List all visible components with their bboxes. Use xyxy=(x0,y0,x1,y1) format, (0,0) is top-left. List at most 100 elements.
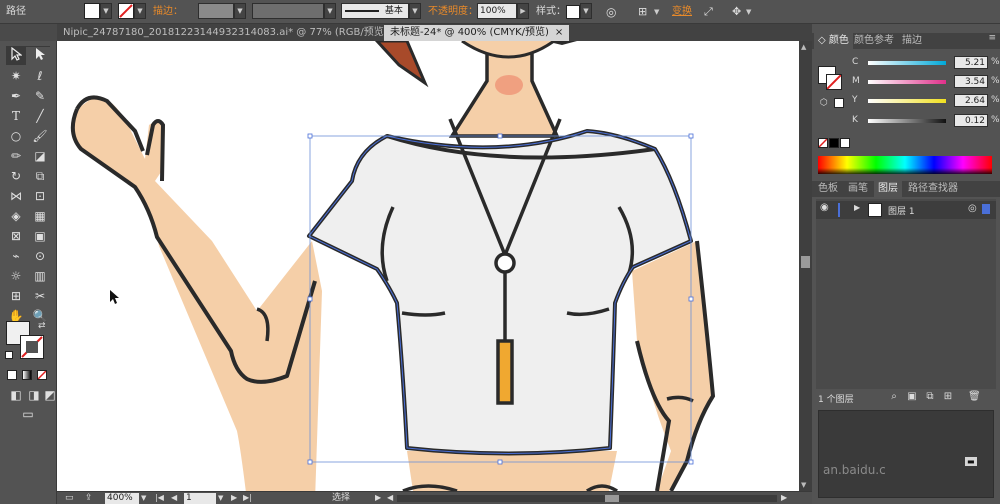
scale-icon[interactable]: ⧉ xyxy=(30,167,50,185)
ellipse-icon[interactable]: ○ xyxy=(6,127,26,145)
gradient-icon[interactable]: ▣ xyxy=(30,227,50,245)
stroke-color-box[interactable] xyxy=(20,335,44,359)
tab-brushes[interactable]: 画笔 xyxy=(844,181,872,197)
tab-nipic[interactable]: Nipic_24787180_20181223144932314083.ai* … xyxy=(57,25,408,41)
eyedropper-icon[interactable]: ⌁ xyxy=(6,247,26,265)
scroll-up-icon[interactable]: ▲ xyxy=(801,43,806,51)
isolate-icon[interactable]: ⤢ xyxy=(704,3,720,21)
fill-swatch[interactable] xyxy=(84,3,100,19)
slider-k[interactable]: K 0.12 % xyxy=(852,114,1000,127)
stroke-weight-field[interactable] xyxy=(198,3,234,19)
curvature-icon[interactable]: ✎ xyxy=(30,87,50,105)
channel-value[interactable]: 2.64 xyxy=(954,94,988,107)
lasso-icon[interactable]: ℓ xyxy=(30,67,50,85)
channel-value[interactable]: 5.21 xyxy=(954,56,988,69)
magic-wand-icon[interactable]: ✷ xyxy=(6,67,26,85)
gradient-mode-icon[interactable] xyxy=(22,370,32,380)
eye-icon[interactable]: ◉ xyxy=(820,202,829,213)
transform-link[interactable]: 变换 xyxy=(672,3,692,21)
last-artboard-icon[interactable]: ▶| xyxy=(243,492,252,504)
pen-icon[interactable]: ✒ xyxy=(6,87,26,105)
hscroll-left-icon[interactable]: ◀ xyxy=(387,492,393,504)
tab-untitled-24[interactable]: 未标题-24* @ 400% (CMYK/预览) × xyxy=(384,25,570,41)
close-icon[interactable]: × xyxy=(555,27,563,38)
artboard-icon[interactable]: ⊞ xyxy=(6,287,26,305)
expand-layer-icon[interactable]: ▶ xyxy=(854,203,860,212)
arrange-dropdown-icon[interactable]: ▼ xyxy=(746,3,756,21)
free-transform-icon[interactable]: ⊡ xyxy=(30,187,50,205)
scroll-down-icon[interactable]: ▼ xyxy=(801,481,806,489)
perspective-grid-icon[interactable]: ▦ xyxy=(30,207,50,225)
draw-normal-icon[interactable]: ◧ xyxy=(6,386,26,404)
next-artboard-icon[interactable]: ▶ xyxy=(231,492,237,504)
recolor-icon[interactable]: ◎ xyxy=(606,3,622,21)
direct-select-icon[interactable] xyxy=(30,47,50,65)
horizontal-scrollbar[interactable] xyxy=(397,495,777,502)
channel-value[interactable]: 0.12 xyxy=(954,114,988,127)
vertical-scroll-thumb[interactable] xyxy=(801,256,810,268)
artboard-nav-icon[interactable]: ▭ xyxy=(65,492,74,504)
locate-object-icon[interactable]: ⌕ xyxy=(888,391,900,403)
black-swatch[interactable] xyxy=(829,138,839,148)
white-swatch[interactable] xyxy=(840,138,850,148)
panel-menu-icon[interactable]: ≡ xyxy=(988,33,996,43)
new-sublayer-icon[interactable]: ⧉ xyxy=(924,391,936,403)
brush-style-dropdown[interactable]: ▼ xyxy=(409,3,421,19)
blend-icon[interactable]: ⊙ xyxy=(30,247,50,265)
new-layer-icon[interactable]: ⊞ xyxy=(942,391,954,403)
slider-c[interactable]: C 5.21 % xyxy=(852,56,1000,69)
symbol-sprayer-icon[interactable]: ☼ xyxy=(6,267,26,285)
artboard-number-field[interactable]: 1 xyxy=(184,493,216,504)
stroke-swatch[interactable] xyxy=(118,3,134,19)
layer-selection-indicator[interactable] xyxy=(982,204,990,214)
paintbrush-icon[interactable]: 🖌 xyxy=(30,127,50,145)
variable-width-dropdown[interactable]: ▼ xyxy=(324,3,336,19)
slider-track[interactable] xyxy=(868,99,946,103)
slider-track[interactable] xyxy=(868,80,946,84)
default-colors-icon[interactable] xyxy=(5,351,13,359)
stroke-weight-dropdown[interactable]: ▼ xyxy=(234,3,246,19)
hscroll-right-icon[interactable]: ▶ xyxy=(781,492,787,504)
status-menu-icon[interactable]: ▶ xyxy=(375,492,381,504)
first-artboard-icon[interactable]: |◀ xyxy=(155,492,164,504)
variable-width-field[interactable] xyxy=(252,3,324,19)
tab-stroke[interactable]: 描边 xyxy=(898,33,926,49)
opacity-field[interactable]: 100% xyxy=(477,3,517,19)
tab-color[interactable]: ◇ 颜色 xyxy=(814,33,853,49)
artboard-dropdown-icon[interactable]: ▼ xyxy=(218,492,223,504)
screen-mode-icon[interactable]: ▭ xyxy=(18,405,38,423)
stroke-label[interactable]: 描边： xyxy=(153,3,183,21)
tab-color-guide[interactable]: 颜色参考 xyxy=(850,33,898,49)
opacity-dropdown[interactable]: ▶ xyxy=(517,3,529,19)
type-icon[interactable]: T xyxy=(6,107,26,125)
tab-swatches[interactable]: 色板 xyxy=(814,181,842,197)
line-segment-icon[interactable]: ╱ xyxy=(30,107,50,125)
select-arrow-icon[interactable] xyxy=(6,46,26,65)
export-icon[interactable]: ⇪ xyxy=(85,492,93,504)
layer-name[interactable]: 图层 1 xyxy=(888,204,915,217)
delete-layer-icon[interactable]: 🗑 xyxy=(968,391,981,403)
mesh-icon[interactable]: ⊠ xyxy=(6,227,26,245)
column-graph-icon[interactable]: ▥ xyxy=(30,267,50,285)
zoom-dropdown-icon[interactable]: ▼ xyxy=(141,492,146,504)
none-swatch[interactable] xyxy=(818,138,828,148)
slider-track[interactable] xyxy=(868,119,946,123)
shape-builder-icon[interactable]: ◈ xyxy=(6,207,26,225)
channel-value[interactable]: 3.54 xyxy=(954,75,988,88)
tab-pathfinder[interactable]: 路径查找器 xyxy=(904,181,962,197)
rotate-icon[interactable]: ↻ xyxy=(6,167,26,185)
layer-target-icon[interactable]: ◎ xyxy=(968,203,977,214)
color-panel-stroke-box[interactable] xyxy=(826,74,842,90)
slider-track[interactable] xyxy=(868,61,946,65)
prev-artboard-icon[interactable]: ◀ xyxy=(171,492,177,504)
slider-m[interactable]: M 3.54 % xyxy=(852,75,1000,88)
preview-button[interactable]: ▬ xyxy=(965,457,977,466)
pencil-icon[interactable]: ✏ xyxy=(6,147,26,165)
web-safe-swatch[interactable] xyxy=(834,98,844,108)
eraser-icon[interactable]: ◪ xyxy=(30,147,50,165)
width-icon[interactable]: ⋈ xyxy=(6,187,26,205)
slider-y[interactable]: Y 2.64 % xyxy=(852,94,1000,107)
none-mode-icon[interactable] xyxy=(37,370,47,380)
fill-dropdown[interactable]: ▼ xyxy=(100,3,112,19)
out-of-gamut-icon[interactable]: ⬡ xyxy=(820,98,828,108)
